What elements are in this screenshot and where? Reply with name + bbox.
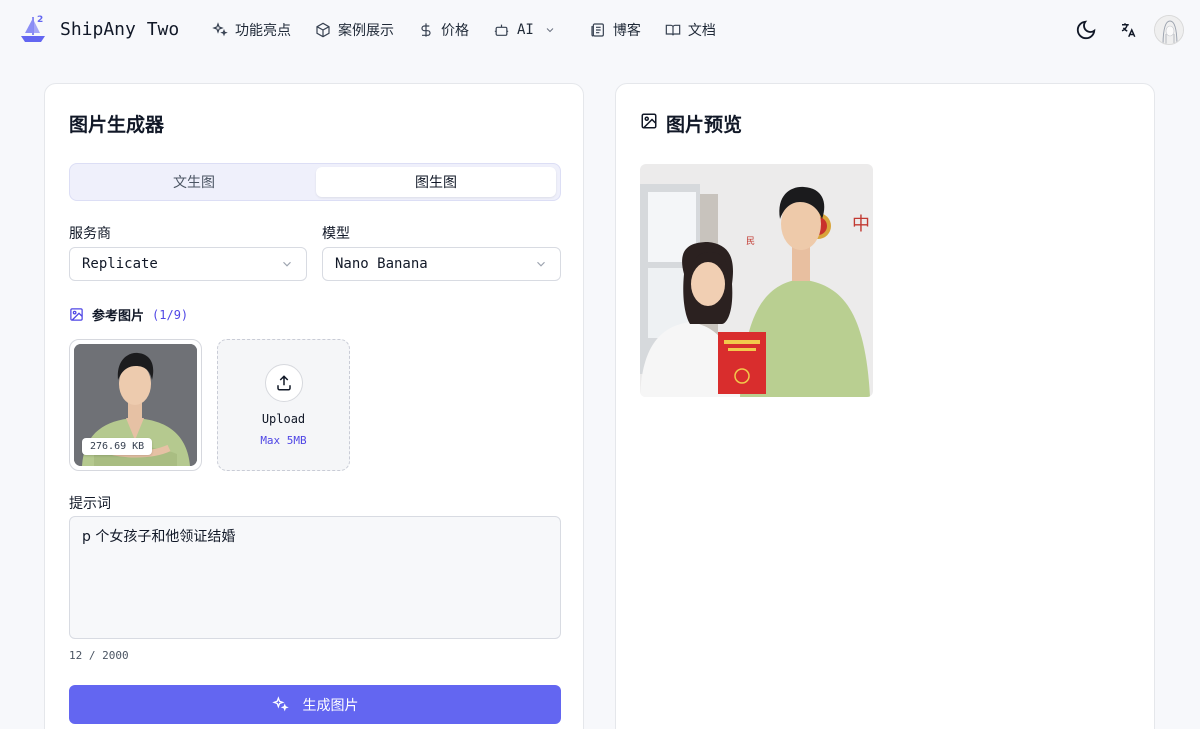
char-counter: 12 / 2000 [69, 649, 129, 662]
avatar-portrait [1155, 16, 1183, 44]
newspaper-icon [591, 23, 604, 37]
top-header: 2 ShipAny Two 功能亮点 案例展示 价格 AI 博客 文档 [0, 0, 1200, 60]
generate-button[interactable]: 生成图片 [69, 685, 561, 724]
generator-title: 图片生成器 [69, 114, 165, 136]
svg-text:2: 2 [37, 15, 43, 25]
file-size-badge: 276.69 KB [82, 438, 153, 455]
dollar-icon [421, 23, 431, 37]
book-icon [665, 24, 681, 36]
header-actions [1070, 14, 1184, 46]
preview-card: 图片预览 中 民 [615, 83, 1155, 729]
nav-showcase[interactable]: 案例展示 [315, 19, 394, 41]
generator-card: 图片生成器 文生图 图生图 服务商 Replicate 模型 Nano Bana… [44, 83, 584, 729]
user-avatar[interactable] [1154, 15, 1184, 45]
moon-icon [1076, 20, 1096, 40]
reference-images-header: 参考图片 (1/9) [69, 305, 188, 324]
couple-photo-image: 中 民 [640, 164, 873, 397]
sparkles-icon [271, 696, 289, 712]
chevron-down-icon [283, 261, 291, 267]
model-label: 模型 [322, 226, 350, 242]
nav-docs[interactable]: 文档 [665, 19, 716, 41]
image-icon [641, 113, 657, 129]
svg-text:民: 民 [746, 236, 755, 247]
nav-docs-label: 文档 [687, 23, 716, 39]
prompt-textarea[interactable] [69, 516, 561, 639]
brand-name[interactable]: ShipAny Two [60, 19, 179, 40]
prompt-label: 提示词 [69, 496, 111, 512]
provider-label: 服务商 [69, 226, 111, 242]
mode-tabs: 文生图 图生图 [69, 163, 561, 201]
tab-text-to-image[interactable]: 文生图 [74, 167, 314, 197]
sparkles-icon [212, 22, 228, 37]
generate-button-label: 生成图片 [302, 697, 359, 714]
preview-title: 图片预览 [666, 114, 743, 136]
cube-icon [316, 22, 330, 38]
svg-text:中: 中 [852, 214, 870, 235]
generated-image[interactable]: 中 民 [640, 164, 873, 397]
nav-blog-label: 博客 [612, 23, 641, 39]
nav-features[interactable]: 功能亮点 [212, 19, 291, 41]
nav-pricing-label: 价格 [441, 23, 469, 39]
nav-ai-label: AI [517, 22, 534, 38]
reference-images-count: (1/9) [152, 307, 189, 322]
reference-image-thumb[interactable]: 276.69 KB [69, 339, 202, 471]
nav-showcase-label: 案例展示 [338, 23, 394, 39]
main-nav: 功能亮点 案例展示 价格 AI 博客 文档 [212, 19, 740, 41]
image-icon [70, 308, 83, 321]
model-value: Nano Banana [335, 256, 428, 272]
chevron-down-icon [546, 28, 554, 33]
translate-icon [1121, 23, 1136, 38]
theme-toggle-button[interactable] [1070, 14, 1102, 46]
nav-pricing[interactable]: 价格 [418, 19, 469, 41]
nav-ai-dropdown[interactable]: AI [493, 19, 556, 41]
reference-images-label: 参考图片 [92, 309, 145, 324]
upload-limit: Max 5MB [260, 434, 307, 447]
chevron-down-icon [537, 261, 545, 267]
bot-icon [494, 24, 509, 36]
tab-image-to-image[interactable]: 图生图 [316, 167, 556, 197]
upload-title: Upload [261, 412, 306, 426]
upload-dropzone[interactable]: Upload Max 5MB [217, 339, 350, 471]
upload-circle [265, 364, 303, 402]
logo-icon[interactable]: 2 [18, 13, 48, 45]
upload-icon [277, 375, 291, 391]
language-button[interactable] [1112, 14, 1144, 46]
nav-features-label: 功能亮点 [235, 23, 291, 39]
provider-select[interactable]: Replicate [69, 247, 307, 281]
model-select[interactable]: Nano Banana [322, 247, 561, 281]
provider-value: Replicate [82, 256, 158, 272]
nav-blog[interactable]: 博客 [590, 19, 641, 41]
